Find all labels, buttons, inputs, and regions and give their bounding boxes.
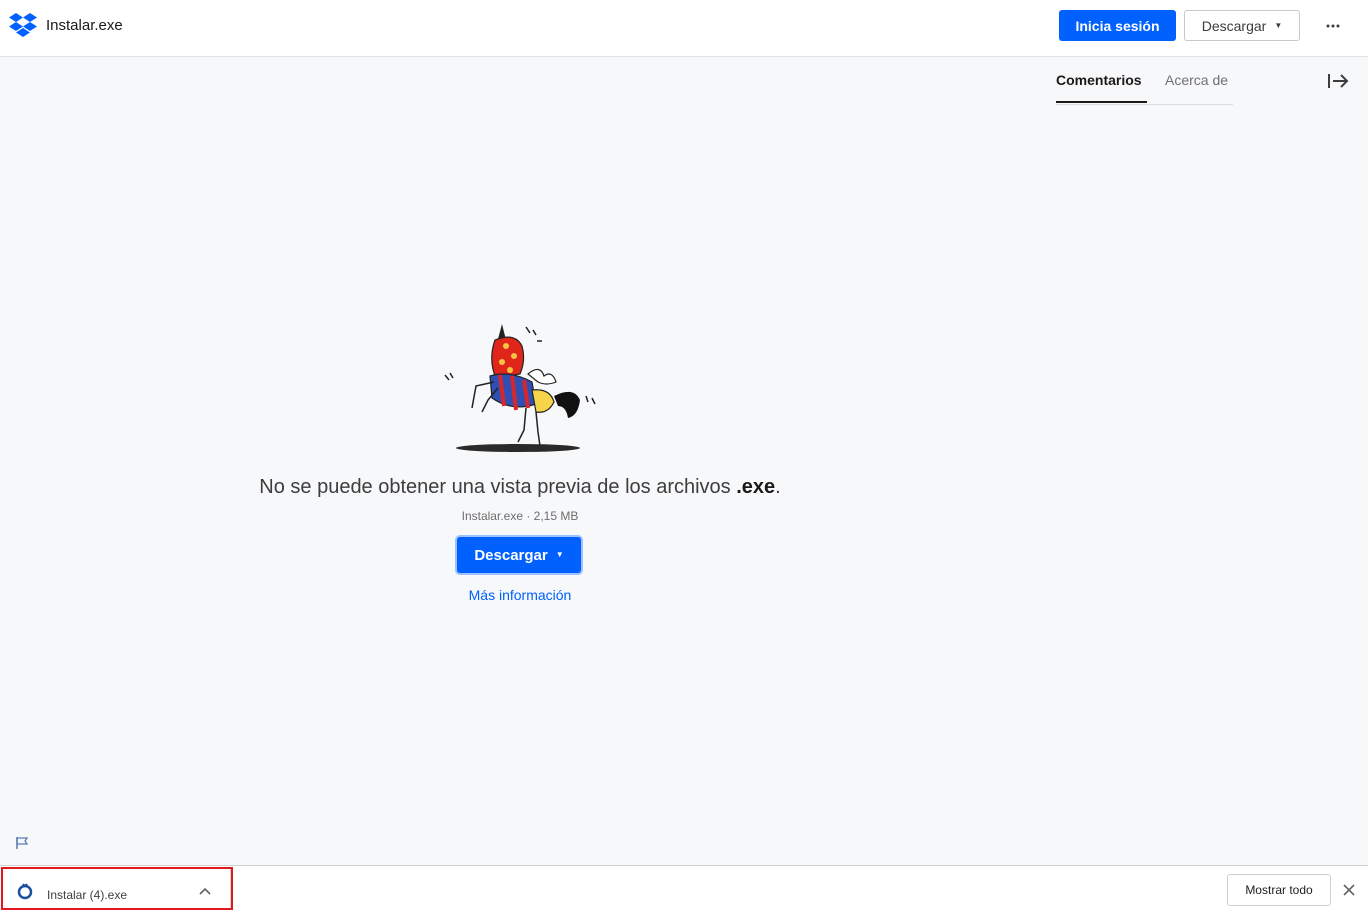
download-item-name: Instalar (4).exe (47, 888, 128, 902)
show-all-button[interactable]: Mostrar todo (1227, 874, 1331, 906)
flag-icon[interactable] (14, 835, 30, 851)
installer-file-icon (17, 883, 33, 900)
preview-unavailable-message: No se puede obtener una vista previa de … (200, 476, 840, 499)
chevron-up-icon[interactable] (197, 884, 213, 898)
caret-down-icon: ▼ (555, 550, 564, 559)
close-icon[interactable] (1340, 881, 1358, 899)
download-dropdown-button[interactable]: Descargar ▼ (1184, 10, 1300, 41)
file-title: Instalar.exe (46, 17, 123, 34)
more-info-link[interactable]: Más información (400, 587, 640, 603)
download-item[interactable]: Instalar (4).exe (1, 867, 233, 910)
unicorn-illustration (444, 324, 596, 452)
collapse-sidebar-icon[interactable] (1326, 71, 1350, 91)
download-main-label: Descargar (474, 546, 548, 564)
download-item-content: Instalar (4).exe (3, 869, 231, 908)
message-prefix: No se puede obtener una vista previa de … (259, 476, 737, 498)
top-header: Instalar.exe Inicia sesión Descargar ▼ (0, 0, 1368, 57)
download-button-label: Descargar (1201, 17, 1267, 34)
file-info: Instalar.exe · 2,15 MB (461, 509, 579, 523)
caret-down-icon: ▼ (1274, 20, 1283, 30)
more-options-button[interactable] (1320, 13, 1346, 39)
download-bar: Instalar (4).exe Mostrar todo (0, 865, 1368, 910)
dropbox-logo-icon[interactable] (9, 13, 37, 37)
tab-acerca-de[interactable]: Acerca de (1165, 72, 1228, 102)
tab-comentarios[interactable]: Comentarios (1056, 72, 1147, 103)
message-suffix: . (775, 476, 781, 498)
signin-button[interactable]: Inicia sesión (1059, 10, 1176, 41)
sidebar-tabs: Comentarios Acerca de (1056, 72, 1233, 105)
more-horizontal-icon (1326, 24, 1340, 28)
download-main-button[interactable]: Descargar ▼ (457, 537, 581, 573)
message-extension: .exe (736, 476, 776, 498)
